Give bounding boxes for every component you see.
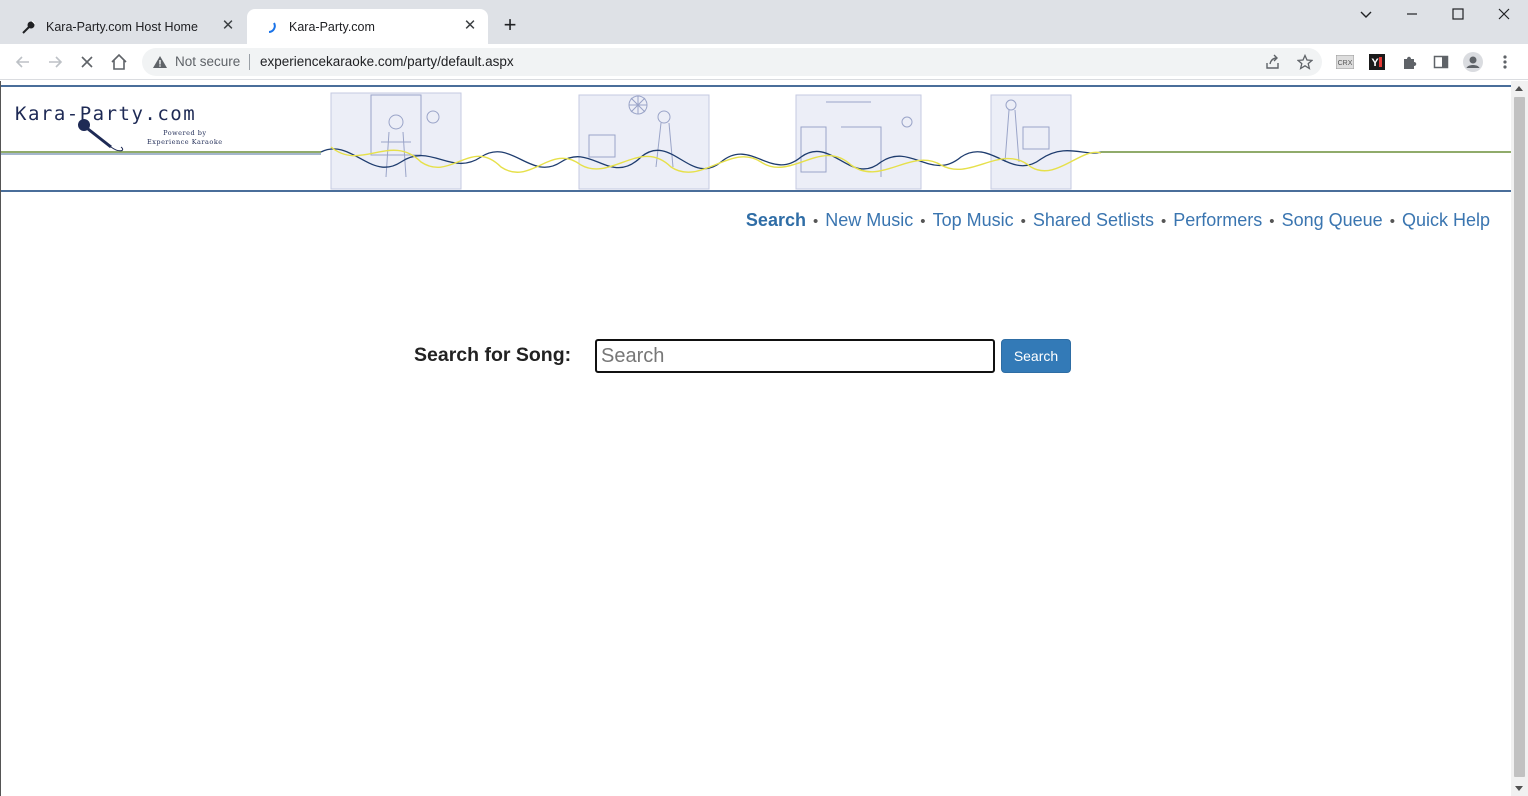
- minimize-icon[interactable]: [1400, 4, 1424, 26]
- nav-separator: •: [920, 213, 926, 230]
- tab-title: Kara-Party.com: [289, 19, 375, 34]
- nav-performers[interactable]: Performers: [1173, 210, 1262, 231]
- close-window-icon[interactable]: [1492, 4, 1516, 26]
- nav-top-music[interactable]: Top Music: [933, 210, 1014, 231]
- browser-menu-icon[interactable]: [1495, 52, 1515, 72]
- url-text[interactable]: experiencekaraoke.com/party/default.aspx: [260, 54, 514, 70]
- search-button[interactable]: Search: [1001, 339, 1071, 373]
- yb-extension-icon[interactable]: Y: [1367, 52, 1387, 72]
- share-icon[interactable]: [1265, 54, 1281, 70]
- microphone-icon: [21, 19, 37, 35]
- nav-separator: •: [1160, 213, 1167, 230]
- nav-song-queue[interactable]: Song Queue: [1282, 210, 1383, 231]
- logo-tagline: Powered by Experience Karaoke: [147, 129, 223, 147]
- nav-separator: •: [1020, 213, 1026, 230]
- banner-artwork: [1, 92, 1511, 190]
- yb-label: Y: [1371, 57, 1379, 69]
- loading-spinner-icon: [264, 19, 280, 35]
- tab-host-home[interactable]: Kara-Party.com Host Home ✕: [10, 9, 246, 44]
- close-tab-icon[interactable]: ✕: [462, 18, 478, 34]
- vertical-scrollbar[interactable]: [1511, 81, 1528, 796]
- address-bar[interactable]: Not secure experiencekaraoke.com/party/d…: [142, 48, 1322, 76]
- logo-microphone-icon: [78, 119, 124, 152]
- maximize-icon[interactable]: [1446, 4, 1470, 26]
- nav-quick-help[interactable]: Quick Help: [1402, 210, 1490, 231]
- stop-loading-icon[interactable]: [75, 50, 99, 74]
- nav-new-music[interactable]: New Music: [825, 210, 913, 231]
- scroll-down-arrow-icon[interactable]: [1515, 786, 1523, 791]
- scroll-up-arrow-icon[interactable]: [1515, 86, 1523, 91]
- new-tab-button[interactable]: +: [500, 14, 520, 36]
- browser-toolbar: Not secure experiencekaraoke.com/party/d…: [0, 44, 1528, 80]
- nav-separator: •: [1269, 213, 1275, 230]
- song-search-input[interactable]: [595, 339, 995, 373]
- forward-arrow-icon[interactable]: [43, 50, 67, 74]
- tab-title: Kara-Party.com Host Home: [46, 19, 198, 34]
- search-label: Search for Song:: [414, 344, 572, 366]
- extensions-puzzle-icon[interactable]: [1399, 52, 1419, 72]
- profile-avatar-icon[interactable]: [1463, 52, 1483, 72]
- logo-tagline-line2: Experience Karaoke: [147, 138, 223, 146]
- bookmark-star-icon[interactable]: [1297, 54, 1313, 70]
- tab-kara-party[interactable]: Kara-Party.com ✕: [247, 9, 488, 44]
- nav-separator: •: [1389, 213, 1395, 230]
- nav-separator: •: [812, 213, 819, 230]
- crx-icon[interactable]: CRX: [1335, 52, 1355, 72]
- tab-strip: Kara-Party.com Host Home ✕ Kara-Party.co…: [0, 0, 1528, 44]
- crx-label: CRX: [1338, 60, 1353, 67]
- nav-shared-setlists[interactable]: Shared Setlists: [1033, 210, 1154, 231]
- security-status[interactable]: Not secure: [175, 54, 240, 70]
- page-viewport: Kara-Party.com Powered by Experience Kar…: [0, 81, 1528, 796]
- home-icon[interactable]: [107, 50, 131, 74]
- back-arrow-icon[interactable]: [11, 50, 35, 74]
- scroll-thumb[interactable]: [1514, 97, 1525, 777]
- tab-search-chevron-icon[interactable]: [1354, 4, 1378, 26]
- side-panel-icon[interactable]: [1431, 52, 1451, 72]
- nav-search[interactable]: Search: [746, 210, 806, 231]
- logo-tagline-line1: Powered by: [163, 129, 207, 137]
- warning-triangle-icon[interactable]: [152, 54, 168, 70]
- close-tab-icon[interactable]: ✕: [220, 18, 236, 34]
- address-separator: [249, 54, 250, 70]
- main-navigation: Search • New Music • Top Music • Shared …: [746, 210, 1490, 231]
- site-banner: Kara-Party.com Powered by Experience Kar…: [1, 85, 1511, 192]
